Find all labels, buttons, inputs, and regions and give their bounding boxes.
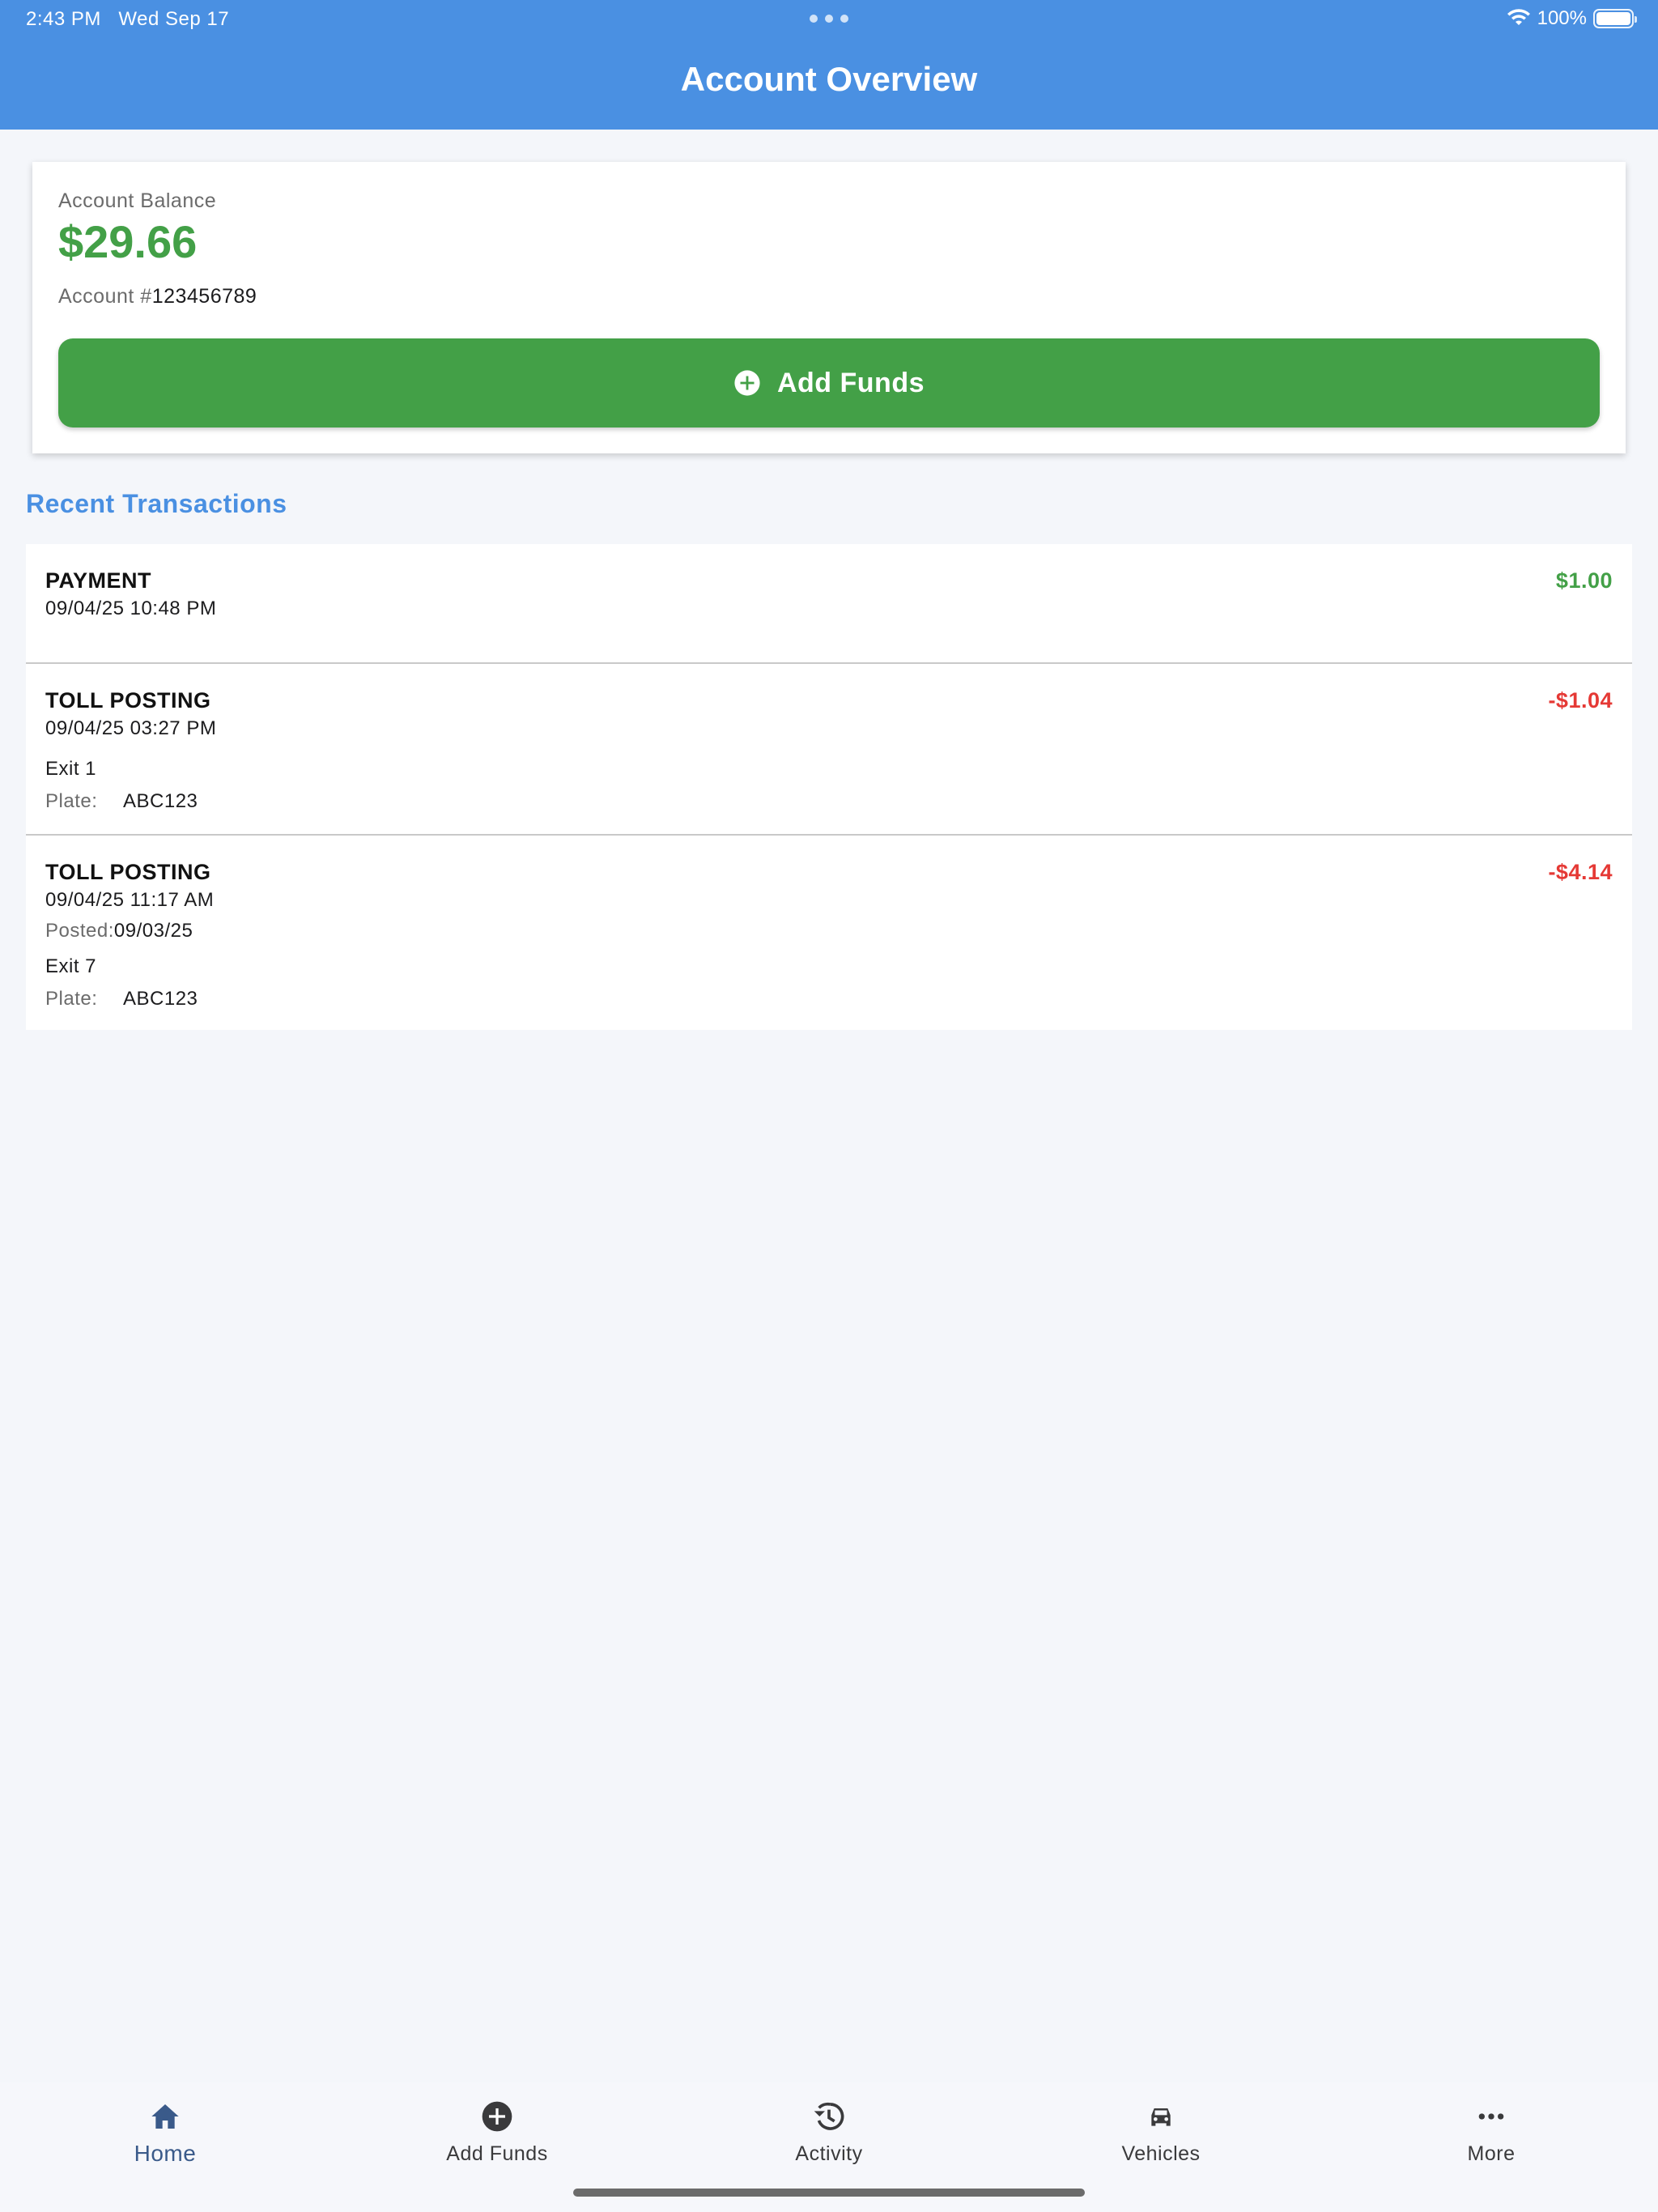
home-indicator[interactable] [573, 2189, 1085, 2197]
tab-label: More [1467, 2142, 1516, 2165]
transaction-amount: -$4.14 [1548, 860, 1613, 884]
plate-label: Plate: [45, 988, 98, 1010]
transaction-date: 09/04/25 10:48 PM [45, 598, 217, 619]
add-funds-button-label: Add Funds [776, 367, 925, 398]
plus-circle-icon [482, 2101, 512, 2132]
tab-activity[interactable]: Activity [724, 2100, 934, 2181]
tab-add-funds[interactable]: Add Funds [392, 2100, 602, 2181]
account-number-label: Account # [58, 285, 152, 308]
recent-transactions-title: Recent Transactions [26, 489, 287, 518]
transaction-item[interactable]: PAYMENT 09/04/25 10:48 PM $1.00 [26, 544, 1632, 664]
transaction-type: TOLL POSTING [45, 688, 211, 713]
tab-vehicles[interactable]: Vehicles [1056, 2100, 1266, 2181]
status-time: 2:43 PM [26, 8, 101, 30]
balance-amount: $29.66 [58, 216, 198, 267]
status-date: Wed Sep 17 [118, 8, 230, 30]
tab-more[interactable]: More [1386, 2100, 1596, 2181]
transaction-amount: $1.00 [1555, 568, 1613, 593]
transaction-item[interactable]: TOLL POSTING 09/04/25 11:17 AM -$4.14 Po… [26, 836, 1632, 1030]
status-bar-right: 100% [1507, 6, 1637, 31]
transaction-type: TOLL POSTING [45, 860, 211, 884]
account-number-line: Account #123456789 [58, 285, 257, 308]
transaction-list: PAYMENT 09/04/25 10:48 PM $1.00 TOLL POS… [26, 544, 1632, 1030]
car-icon [1151, 2108, 1171, 2126]
transaction-plate: Plate: ABC123 [45, 790, 198, 813]
app-header: 2:43 PM Wed Sep 17 100% Account Overview [0, 0, 1658, 130]
battery-icon [1593, 9, 1637, 28]
tab-label: Home [134, 2141, 197, 2166]
transaction-amount: -$1.04 [1548, 688, 1613, 713]
transaction-exit: Exit 7 [45, 955, 97, 977]
battery-percent: 100% [1537, 7, 1587, 29]
transaction-posted: Posted:09/03/25 [45, 920, 193, 942]
transaction-item[interactable]: TOLL POSTING 09/04/25 03:27 PM -$1.04 Ex… [26, 664, 1632, 836]
transaction-plate: Plate: ABC123 [45, 988, 198, 1010]
account-number: 123456789 [151, 285, 257, 308]
tab-home[interactable]: Home [60, 2100, 270, 2181]
balance-label: Account Balance [58, 189, 217, 212]
transaction-type: PAYMENT [45, 568, 152, 593]
plate-value: ABC123 [123, 790, 198, 812]
multitasking-dots-icon[interactable] [810, 15, 848, 24]
wifi-icon [1507, 9, 1530, 25]
tab-label: Activity [795, 2142, 863, 2165]
posted-value: 09/03/25 [113, 920, 193, 942]
history-icon [814, 2102, 844, 2130]
tab-label: Vehicles [1121, 2142, 1201, 2165]
transaction-date: 09/04/25 11:17 AM [45, 889, 215, 911]
transaction-exit: Exit 1 [45, 758, 97, 780]
plate-label: Plate: [45, 790, 98, 812]
status-bar-time: 2:43 PM Wed Sep 17 [26, 8, 229, 31]
plus-circle-icon [734, 370, 760, 396]
posted-label: Posted: [45, 920, 114, 942]
page-title: Account Overview [680, 60, 978, 98]
transaction-date: 09/04/25 03:27 PM [45, 717, 217, 739]
tab-label: Add Funds [446, 2142, 548, 2165]
add-funds-button[interactable]: Add Funds [58, 338, 1600, 428]
plate-value: ABC123 [123, 988, 198, 1010]
more-icon [1478, 2113, 1504, 2120]
home-icon [151, 2104, 179, 2129]
account-balance-card: Account Balance $29.66 Account #12345678… [32, 162, 1626, 453]
